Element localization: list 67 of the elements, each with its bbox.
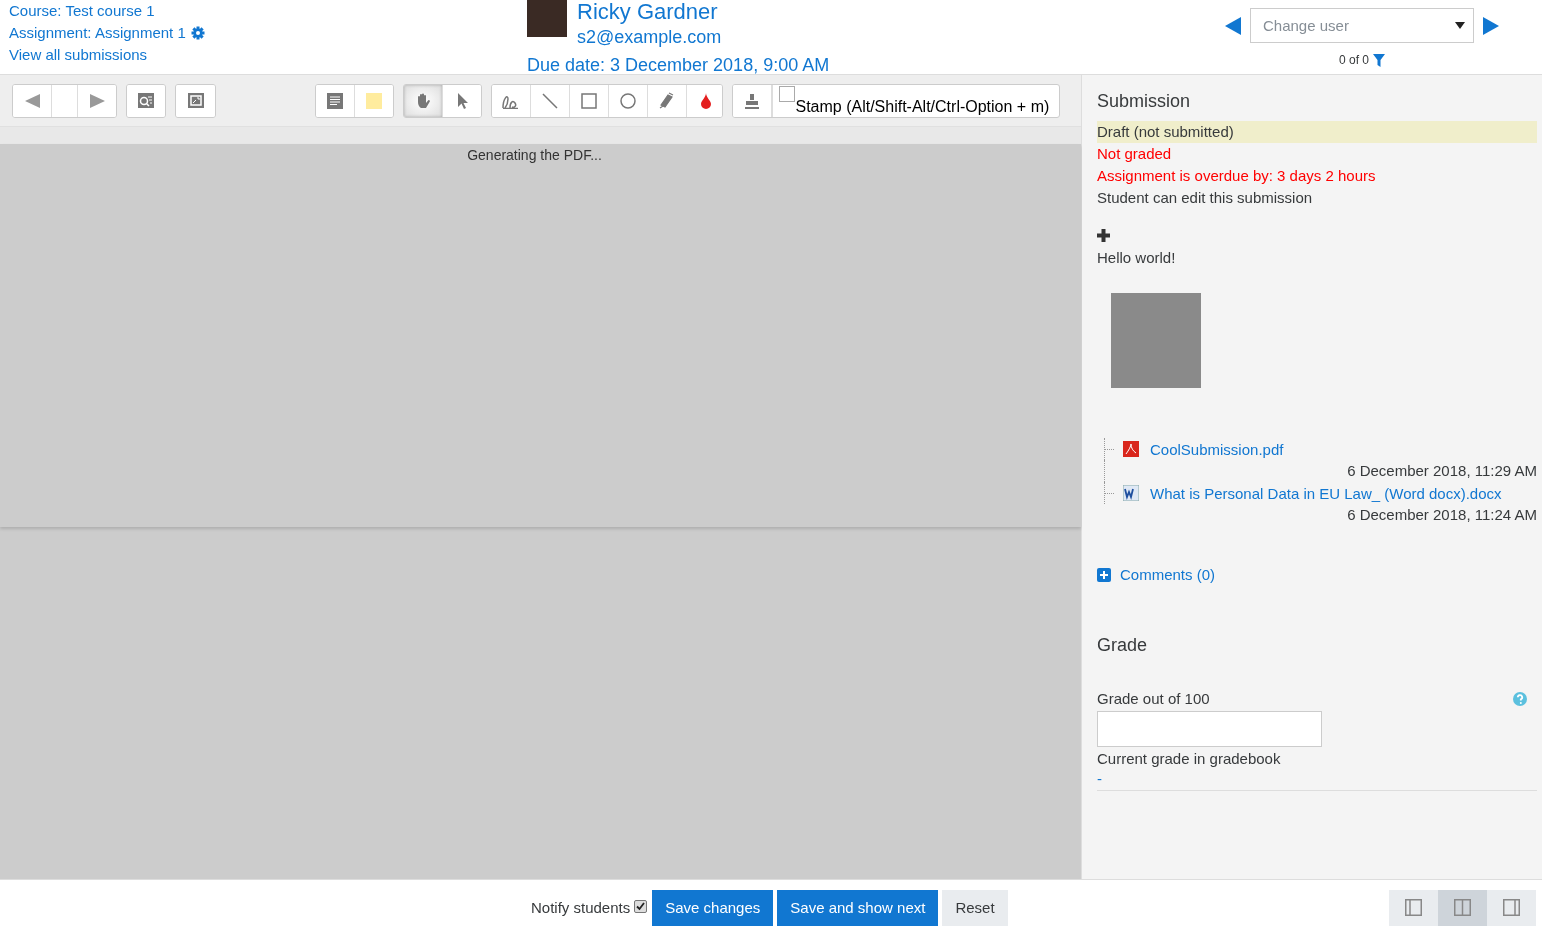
user-name[interactable]: Ricky Gardner (577, 0, 830, 24)
action-button[interactable]: Save and show next (777, 889, 939, 926)
comments-link[interactable]: Comments (0) (1120, 566, 1216, 583)
split-layout-icon (1454, 899, 1471, 916)
prev-page-tool-button[interactable] (13, 84, 52, 117)
pan-tool-button[interactable] (403, 84, 443, 117)
word-file-icon (1123, 485, 1139, 501)
caret-icon (1455, 22, 1465, 29)
action-button[interactable]: Save changes (652, 889, 774, 926)
grade-label: Grade out of 100 (1097, 690, 1210, 707)
change-user-dropdown[interactable]: Change user (1250, 8, 1474, 43)
circle-icon (619, 92, 636, 109)
user-avatar (527, 0, 567, 37)
file-date: 6 December 2018, 11:29 AM (1104, 460, 1537, 482)
color-drop-icon (701, 92, 712, 109)
current-grade-value[interactable]: - (1097, 770, 1537, 791)
expand-tool-button[interactable] (176, 84, 215, 117)
previous-page-icon (24, 93, 40, 108)
stamp-label: Stamp (Alt/Shift-Alt/Ctrl-Option + m) (795, 97, 1050, 116)
submission-status: Not graded (1097, 144, 1173, 164)
previous-user-icon[interactable] (1225, 16, 1241, 35)
notify-students-label: Notify students (531, 899, 631, 916)
next-user-icon[interactable] (1483, 16, 1499, 35)
pen-tool-button[interactable] (491, 84, 531, 117)
highlighter-icon (658, 92, 676, 109)
line-icon (541, 92, 558, 109)
user-email[interactable]: s2@example.com (577, 23, 830, 51)
filter-icon[interactable] (1373, 53, 1385, 67)
layout-button[interactable] (1389, 889, 1438, 926)
pdf-status-text: Generating the PDF... (467, 147, 602, 164)
notify-students-checkbox[interactable] (634, 900, 648, 913)
current-grade-label: Current grade in gradebook (1097, 749, 1282, 769)
stamp-checkbox[interactable] (779, 85, 796, 102)
grade-input-field[interactable] (1097, 711, 1322, 747)
rectangle-icon (580, 92, 597, 109)
search-comments-tool-button[interactable] (126, 84, 166, 117)
layout-button[interactable] (1438, 889, 1487, 926)
expand-icon (187, 93, 204, 108)
stamp-tool-button[interactable] (733, 84, 773, 117)
action-button[interactable]: Reset (942, 889, 1008, 926)
pdf-file-icon (1123, 441, 1139, 457)
left-panel-layout-icon (1405, 899, 1422, 916)
settings-icon[interactable] (190, 26, 205, 40)
submission-heading: Submission (1097, 90, 1192, 113)
note-swatch-icon (366, 92, 383, 109)
next-page-icon (89, 93, 106, 108)
expand-plus-icon[interactable] (1097, 567, 1111, 582)
comment-tool-button[interactable] (315, 84, 355, 117)
pointer-icon (456, 92, 469, 109)
user-count: 0 of 0 (1339, 53, 1369, 67)
view-all-submissions-link[interactable]: View all submissions (9, 44, 527, 66)
submission-status: Assignment is overdue by: 3 days 2 hours (1097, 166, 1377, 186)
submission-status: Draft (not submitted) (1097, 121, 1537, 143)
assignment-link[interactable]: Assignment: Assignment 1 (9, 22, 186, 44)
search-comments-icon (138, 93, 155, 108)
submission-status: Student can edit this submission (1097, 188, 1314, 208)
grade-heading: Grade (1097, 634, 1149, 657)
right-panel-layout-icon (1503, 899, 1520, 916)
comment-icon (326, 92, 343, 109)
course-link[interactable]: Course: Test course 1 (9, 0, 527, 22)
stamp-icon (744, 92, 761, 109)
file-date: 6 December 2018, 11:24 AM (1346, 505, 1537, 525)
online-text: Hello world! (1097, 248, 1177, 268)
plus-icon[interactable] (1097, 229, 1110, 242)
due-date: Due date: 3 December 2018, 9:00 AM (527, 54, 830, 77)
layout-button[interactable] (1487, 889, 1536, 926)
check-icon (635, 901, 647, 912)
